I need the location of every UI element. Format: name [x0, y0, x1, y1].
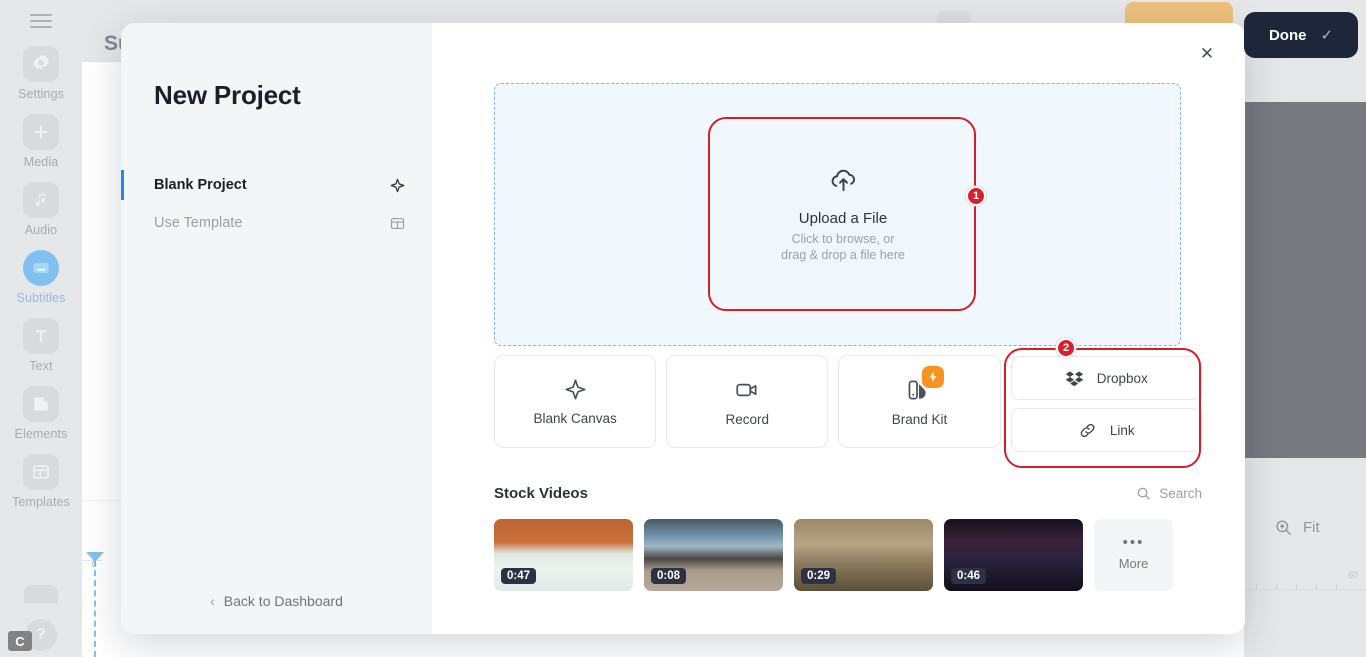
action-card-row: Blank Canvas Record Brand Kit Dropbox Li… [494, 355, 1202, 453]
upload-title: Upload a File [798, 210, 888, 227]
stock-video-thumbnail[interactable]: 0:47 [494, 519, 633, 591]
annotation-badge-2: 2 [1056, 338, 1076, 358]
blank-canvas-label: Blank Canvas [533, 411, 617, 426]
chevron-left-icon: ‹ [210, 593, 215, 609]
blank-canvas-card[interactable]: Blank Canvas [494, 355, 657, 448]
video-duration-badge: 0:46 [951, 568, 987, 584]
cloud-upload-icon [828, 165, 859, 196]
stock-videos-more-button[interactable]: ••• More [1094, 519, 1173, 591]
nav-item-use-template[interactable]: Use Template [121, 206, 432, 240]
stock-video-thumbnail[interactable]: 0:29 [794, 519, 933, 591]
stock-videos-header: Stock Videos Search [494, 485, 1202, 502]
upload-subtitle-line2: drag & drop a file here [781, 248, 905, 262]
done-button[interactable]: Done ✓ [1244, 12, 1358, 58]
brand-kit-palette-icon [906, 365, 945, 403]
search-icon [1136, 486, 1151, 501]
modal-sidebar: New Project Blank Project Use Template ‹… [121, 23, 432, 634]
dropbox-button[interactable]: Dropbox [1010, 356, 1202, 400]
nav-item-blank-project[interactable]: Blank Project [121, 168, 432, 202]
stock-video-thumbnail[interactable]: 0:08 [644, 519, 783, 591]
back-to-dashboard-button[interactable]: ‹ Back to Dashboard [121, 593, 432, 609]
check-icon: ✓ [1320, 27, 1334, 44]
brand-kit-card[interactable]: Brand Kit [838, 355, 1001, 448]
close-icon[interactable]: ✕ [1195, 42, 1219, 66]
new-project-modal: New Project Blank Project Use Template ‹… [121, 23, 1245, 634]
upload-subtitle: Click to browse, or drag & drop a file h… [781, 231, 905, 263]
done-label: Done [1268, 26, 1307, 44]
annotation-badge-1: 1 [966, 186, 986, 206]
back-to-dashboard-label: Back to Dashboard [223, 593, 343, 609]
video-duration-badge: 0:47 [501, 568, 537, 584]
stock-search-label: Search [1159, 486, 1202, 501]
modal-title: New Project [154, 80, 301, 110]
file-dropzone[interactable]: Upload a File Click to browse, or drag &… [494, 83, 1181, 346]
dropbox-icon [1065, 369, 1084, 388]
upload-subtitle-line1: Click to browse, or [791, 232, 895, 246]
link-button[interactable]: Link [1010, 408, 1202, 452]
stock-video-thumbnail[interactable]: 0:46 [944, 519, 1083, 591]
video-duration-badge: 0:29 [801, 568, 837, 584]
stock-videos-title: Stock Videos [494, 485, 588, 502]
more-label: More [1118, 556, 1149, 571]
upload-a-file-card[interactable]: Upload a File Click to browse, or drag &… [709, 117, 977, 311]
stock-search-button[interactable]: Search [1136, 486, 1202, 501]
link-chain-icon [1078, 421, 1097, 440]
record-label: Record [725, 411, 770, 427]
brand-kit-label: Brand Kit [891, 411, 948, 427]
sparkle-icon [389, 177, 406, 194]
nav-label-use-template: Use Template [154, 215, 243, 231]
video-duration-badge: 0:08 [651, 568, 687, 584]
record-card[interactable]: Record [666, 355, 829, 448]
stock-video-list: 0:47 0:08 0:29 0:46 ••• More [494, 519, 1173, 591]
lightning-bolt-icon [922, 365, 945, 388]
dropbox-label: Dropbox [1096, 370, 1148, 386]
video-camera-icon [734, 377, 760, 403]
layout-template-icon [389, 215, 406, 232]
nav-label-blank-project: Blank Project [154, 177, 247, 193]
sparkle-icon [563, 377, 588, 402]
ellipsis-icon: ••• [1122, 534, 1145, 551]
integration-buttons: Dropbox Link [1010, 355, 1202, 453]
link-label: Link [1109, 422, 1135, 438]
modal-content: ✕ Upload a File Click to browse, or drag… [432, 23, 1245, 634]
